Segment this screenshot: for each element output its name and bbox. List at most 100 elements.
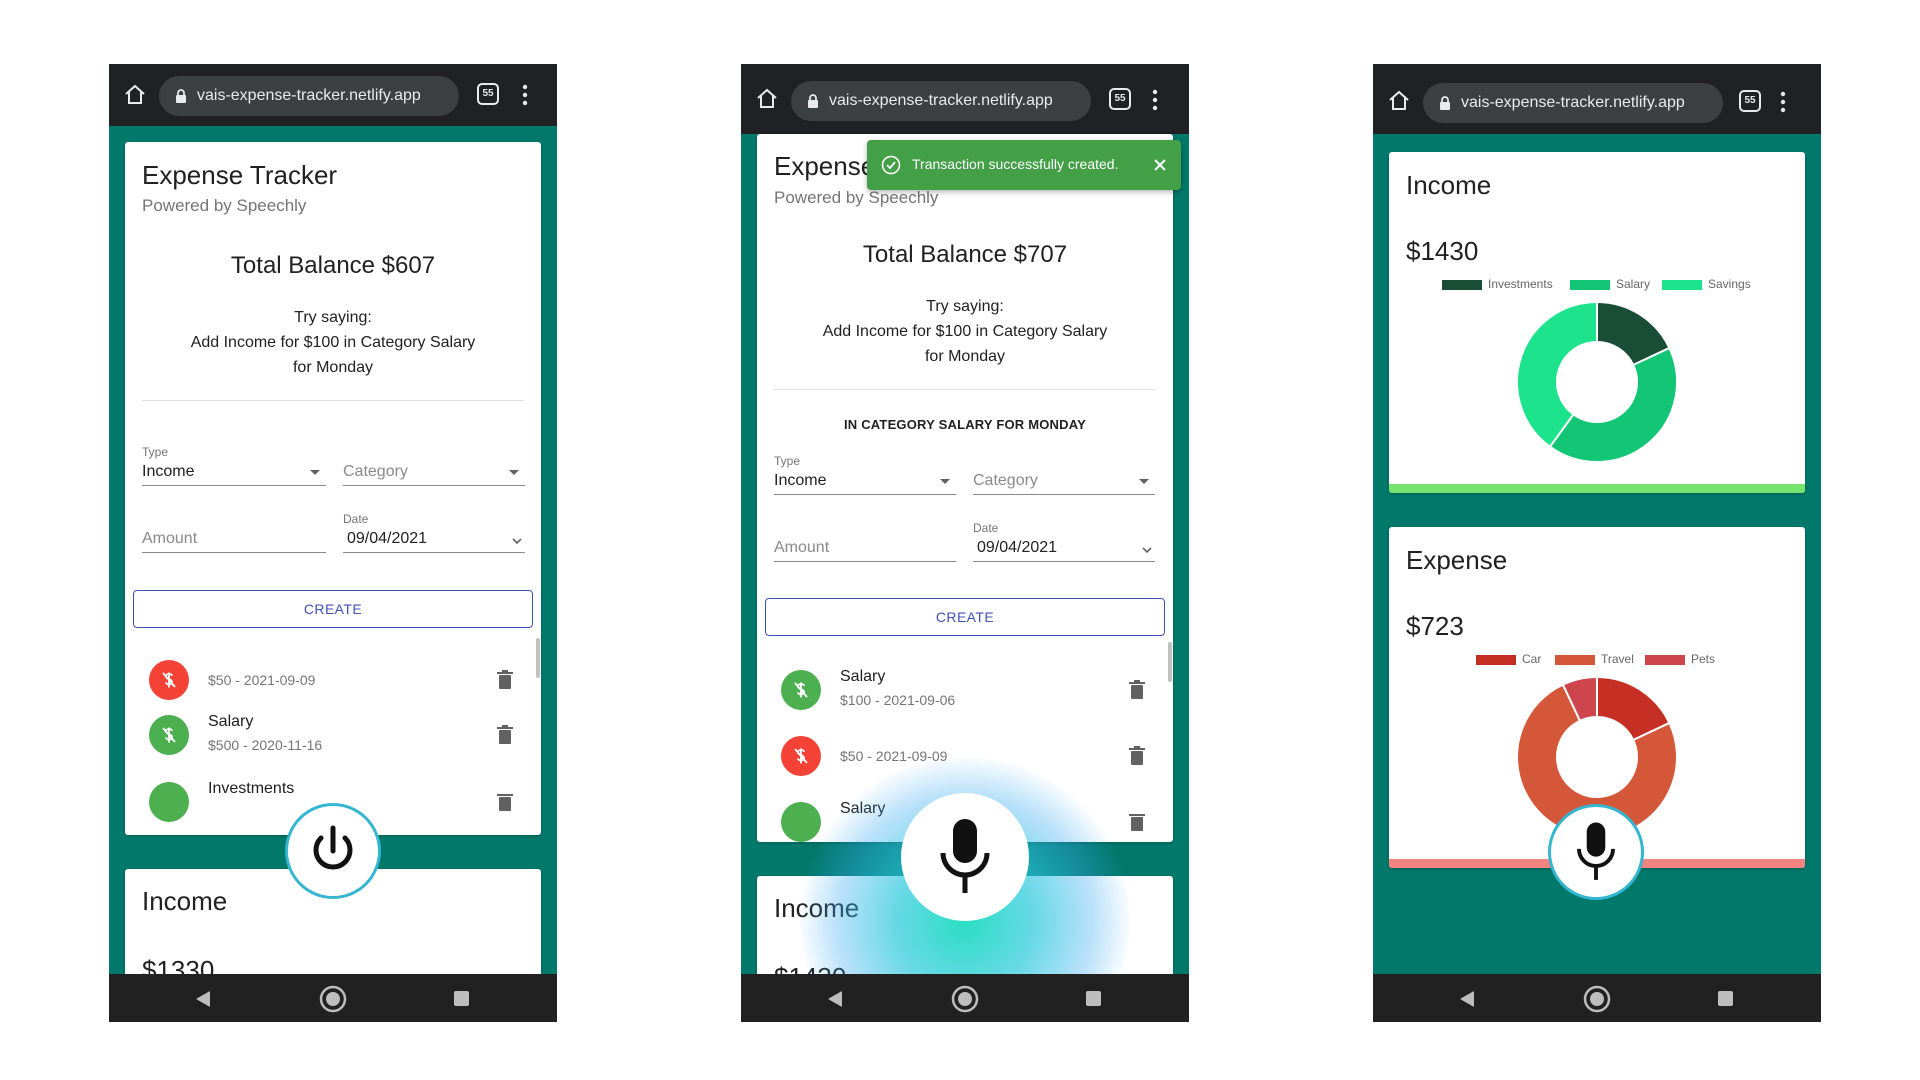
- type-label: Type: [774, 454, 801, 468]
- microphone-icon: [1577, 822, 1615, 880]
- divider: [142, 400, 524, 401]
- lock-icon: [1440, 96, 1450, 110]
- date-value: 09/04/2021: [977, 539, 1058, 556]
- legend-swatch: [1555, 655, 1595, 665]
- delete-icon[interactable]: [1129, 812, 1145, 832]
- date-input[interactable]: 09/04/2021: [973, 536, 1155, 562]
- hint-line-2: Add Income for $100 in Category Salary: [822, 323, 1108, 340]
- date-input[interactable]: 09/04/2021: [343, 527, 525, 553]
- tab-count-icon[interactable]: 55: [477, 83, 499, 105]
- android-nav-bar: [1373, 974, 1821, 1022]
- recent-apps-icon[interactable]: [1086, 991, 1101, 1006]
- delete-icon[interactable]: [497, 792, 513, 812]
- category-select[interactable]: Category: [343, 460, 525, 486]
- microphone-button[interactable]: [1548, 804, 1644, 900]
- hint-line-1: Try saying:: [926, 298, 1004, 315]
- browser-url-bar: vais-expense-tracker.netlify.app 55: [109, 64, 557, 126]
- tab-count-icon[interactable]: 55: [1109, 88, 1131, 110]
- home-icon[interactable]: [1387, 89, 1411, 113]
- back-icon[interactable]: [1459, 990, 1475, 1008]
- close-icon[interactable]: [1153, 158, 1167, 172]
- slice-salary[interactable]: [1548, 346, 1678, 463]
- amount-input[interactable]: Amount: [142, 527, 326, 553]
- income-doughnut-chart: [1516, 300, 1678, 463]
- category-select[interactable]: Category: [973, 469, 1155, 495]
- chevron-down-icon: [1142, 547, 1152, 554]
- check-circle-icon: [881, 155, 901, 175]
- microphone-button[interactable]: [901, 793, 1029, 921]
- address-bar[interactable]: vais-expense-tracker.netlify.app: [791, 81, 1091, 121]
- speech-power-button[interactable]: [285, 803, 381, 899]
- legend-label: Pets: [1691, 652, 1716, 666]
- income-title: Income: [1406, 170, 1492, 200]
- create-button[interactable]: CREATE: [765, 598, 1165, 636]
- recent-apps-icon[interactable]: [454, 991, 469, 1006]
- money-off-icon: [162, 672, 176, 688]
- list-item[interactable]: Salary $100 - 2021-09-06: [757, 660, 1173, 720]
- income-chart-card: Income $1430 Investments Salary Savings: [1389, 152, 1805, 493]
- amount-input[interactable]: Amount: [774, 536, 956, 562]
- income-title: Income: [142, 886, 228, 916]
- microphone-icon: [940, 819, 990, 893]
- transaction-details: $100 - 2021-09-06: [840, 692, 956, 708]
- income-legend: Investments Salary Savings: [1389, 276, 1805, 292]
- type-select[interactable]: Income: [774, 469, 956, 495]
- more-menu-icon[interactable]: [1151, 89, 1159, 111]
- url-text: vais-expense-tracker.netlify.app: [197, 87, 421, 104]
- tab-count-icon[interactable]: 55: [1739, 90, 1761, 112]
- success-toast: Transaction successfully created.: [867, 140, 1181, 190]
- delete-icon[interactable]: [1129, 680, 1145, 700]
- expense-avatar: [149, 660, 189, 700]
- main-card: Expense Tracker Powered by Speechly Tota…: [125, 142, 541, 835]
- divider: [774, 389, 1156, 390]
- android-nav-bar: [741, 974, 1189, 1022]
- category-placeholder: Category: [973, 472, 1038, 489]
- home-button-icon[interactable]: [951, 985, 979, 1013]
- url-text: vais-expense-tracker.netlify.app: [829, 92, 1053, 109]
- phone-screen-charts: vais-expense-tracker.netlify.app 55 Inco…: [1373, 64, 1821, 1022]
- list-item[interactable]: Salary $500 - 2020-11-16: [125, 705, 541, 765]
- list-scrollbar[interactable]: [1168, 642, 1172, 682]
- address-bar[interactable]: vais-expense-tracker.netlify.app: [1423, 83, 1723, 123]
- type-value: Income: [774, 472, 827, 489]
- delete-icon[interactable]: [497, 670, 513, 690]
- create-button[interactable]: CREATE: [133, 590, 533, 628]
- date-label: Date: [343, 512, 369, 526]
- expense-amount: $723: [1406, 611, 1464, 641]
- home-button-icon[interactable]: [1583, 985, 1611, 1013]
- app-subtitle: Powered by Speechly: [142, 196, 307, 215]
- category-placeholder: Category: [343, 463, 408, 480]
- recent-apps-icon[interactable]: [1718, 991, 1733, 1006]
- legend-label: Savings: [1708, 277, 1751, 291]
- home-icon[interactable]: [755, 87, 779, 111]
- delete-icon[interactable]: [1129, 746, 1145, 766]
- hint-line-1: Try saying:: [294, 309, 372, 326]
- more-menu-icon[interactable]: [1779, 91, 1787, 113]
- income-amount: $1430: [1406, 236, 1479, 266]
- home-icon[interactable]: [123, 83, 147, 107]
- phone-screen-idle: vais-expense-tracker.netlify.app 55 Expe…: [109, 64, 557, 1022]
- money-icon: [794, 682, 808, 698]
- transaction-category: Salary: [840, 668, 886, 685]
- dropdown-arrow-icon: [1139, 479, 1149, 484]
- list-item[interactable]: $50 - 2021-09-09: [125, 650, 541, 710]
- back-icon[interactable]: [195, 990, 211, 1008]
- home-button-icon[interactable]: [319, 985, 347, 1013]
- type-value: Income: [142, 463, 195, 480]
- app-title: Expense Tracker: [142, 160, 338, 190]
- app-subtitle: Powered by Speechly: [774, 188, 939, 207]
- delete-icon[interactable]: [497, 725, 513, 745]
- legend-label: Investments: [1488, 277, 1553, 291]
- type-select[interactable]: Income: [142, 460, 326, 486]
- transaction-category: Salary: [208, 713, 254, 730]
- back-icon[interactable]: [827, 990, 843, 1008]
- legend-label: Car: [1522, 652, 1542, 666]
- dropdown-arrow-icon: [940, 479, 950, 484]
- list-scrollbar[interactable]: [536, 638, 540, 678]
- expense-title: Expense: [1406, 545, 1508, 575]
- speech-segment-text: IN CATEGORY SALARY FOR MONDAY: [844, 417, 1086, 432]
- total-balance: Total Balance $707: [862, 241, 1068, 268]
- transaction-details: $500 - 2020-11-16: [208, 737, 323, 753]
- address-bar[interactable]: vais-expense-tracker.netlify.app: [159, 76, 459, 116]
- more-menu-icon[interactable]: [521, 84, 529, 106]
